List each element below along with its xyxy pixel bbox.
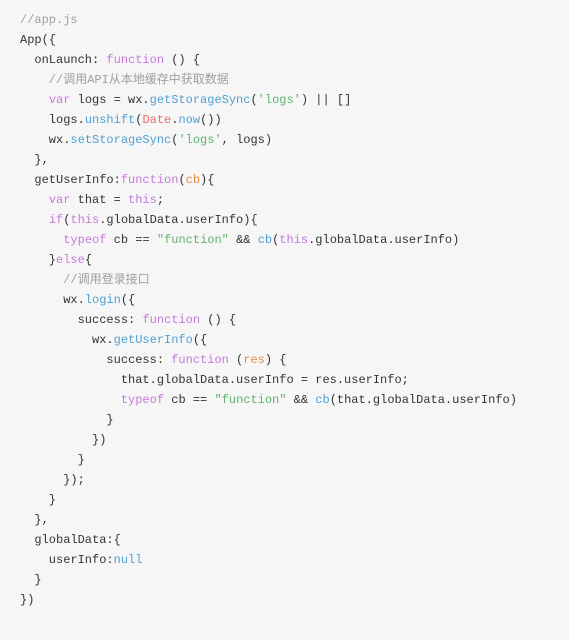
code-token: :	[106, 553, 113, 567]
code-token: function	[121, 173, 179, 187]
code-token: 'logs'	[258, 93, 301, 107]
code-token: that =	[70, 193, 128, 207]
code-token: getUserInfo	[20, 173, 114, 187]
code-token: , logs)	[222, 133, 272, 147]
code-token: //app.js	[20, 13, 78, 27]
code-token: wx.	[20, 133, 70, 147]
code-token: ())	[200, 113, 222, 127]
code-token: }	[20, 493, 56, 507]
code-block: //app.js App({ onLaunch: function () { /…	[20, 10, 569, 610]
code-token: })	[20, 433, 106, 447]
code-token: }	[20, 453, 85, 467]
code-token: wx.	[20, 293, 85, 307]
code-token: :	[92, 53, 106, 67]
code-token: (	[250, 93, 257, 107]
code-token: .globalData.userInfo){	[99, 213, 257, 227]
code-token: unshift	[85, 113, 135, 127]
code-token: :	[157, 353, 171, 367]
code-token: "function"	[214, 393, 286, 407]
code-token: "function"	[157, 233, 229, 247]
code-token: login	[85, 293, 121, 307]
code-token: ({	[121, 293, 135, 307]
code-token: typeof	[63, 233, 106, 247]
code-token: 'logs'	[178, 133, 221, 147]
code-content: //app.js App({ onLaunch: function () { /…	[20, 13, 517, 607]
code-token: that.globalData.userInfo = res.userInfo;	[20, 373, 409, 387]
code-token: logs = wx.	[70, 93, 149, 107]
code-token: (	[229, 353, 243, 367]
code-token: logs.	[20, 113, 85, 127]
code-token: res	[243, 353, 265, 367]
code-token: getUserInfo	[114, 333, 193, 347]
code-token: getStorageSync	[150, 93, 251, 107]
code-token: ) || []	[301, 93, 351, 107]
code-token: wx.	[20, 333, 114, 347]
code-token: cb ==	[106, 233, 156, 247]
code-token	[20, 193, 49, 207]
code-token: if	[49, 213, 63, 227]
code-token: (that.globalData.userInfo)	[330, 393, 517, 407]
code-token: setStorageSync	[70, 133, 171, 147]
code-token: success	[20, 313, 128, 327]
code-token: }	[20, 573, 42, 587]
code-token: }	[20, 413, 114, 427]
code-token: function	[142, 313, 200, 327]
code-token: :	[128, 313, 142, 327]
code-token	[20, 93, 49, 107]
code-token: ) {	[265, 353, 287, 367]
code-token: onLaunch	[20, 53, 92, 67]
code-token: var	[49, 193, 71, 207]
code-token: this	[128, 193, 157, 207]
code-token: ;	[157, 193, 164, 207]
code-token: cb	[258, 233, 272, 247]
code-token: () {	[164, 53, 200, 67]
code-token: typeof	[121, 393, 164, 407]
code-token: :{	[106, 533, 120, 547]
code-token: cb	[315, 393, 329, 407]
code-token: else	[56, 253, 85, 267]
code-token: globalData	[20, 533, 106, 547]
code-token: //调用登录接口	[20, 273, 150, 287]
code-token: &&	[229, 233, 258, 247]
code-token: var	[49, 93, 71, 107]
code-token: },	[20, 153, 49, 167]
code-token: this	[70, 213, 99, 227]
code-token: userInfo	[20, 553, 106, 567]
code-token: ({	[42, 33, 56, 47]
code-token: () {	[200, 313, 236, 327]
code-token	[20, 393, 121, 407]
code-token: })	[20, 593, 34, 607]
code-token: }	[20, 253, 56, 267]
code-token: },	[20, 513, 49, 527]
code-token: //调用API从本地缓存中获取数据	[20, 73, 229, 87]
code-token: cb ==	[164, 393, 214, 407]
code-token: App	[20, 33, 42, 47]
code-token: ){	[200, 173, 214, 187]
code-token: success	[20, 353, 157, 367]
code-token: :	[114, 173, 121, 187]
code-token: {	[85, 253, 92, 267]
code-token	[20, 213, 49, 227]
code-token: .globalData.userInfo)	[308, 233, 459, 247]
code-token: this	[279, 233, 308, 247]
code-token: (	[178, 173, 185, 187]
code-token: });	[20, 473, 85, 487]
code-token: function	[171, 353, 229, 367]
code-token: &&	[286, 393, 315, 407]
code-token: now	[178, 113, 200, 127]
code-token: null	[114, 553, 143, 567]
code-token: cb	[186, 173, 200, 187]
code-token	[20, 233, 63, 247]
code-token: function	[106, 53, 164, 67]
code-token: Date	[142, 113, 171, 127]
code-token: ({	[193, 333, 207, 347]
